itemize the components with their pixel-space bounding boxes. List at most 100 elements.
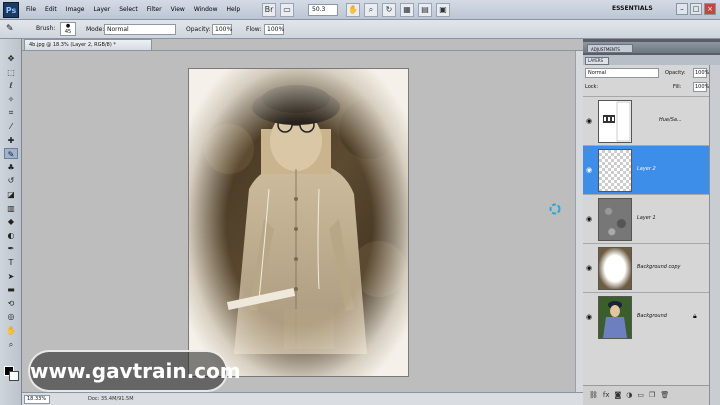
quick-select-tool-icon[interactable]: ✧ [4,94,18,105]
blend-mode-select[interactable]: Normal [585,68,659,78]
path-select-tool-icon[interactable]: ➤ [4,271,18,282]
zoom-tool-icon[interactable]: ⌕ [4,339,18,350]
eye-icon[interactable]: ◉ [586,313,594,321]
eye-icon[interactable]: ◉ [586,166,594,174]
menu-image[interactable]: Image [66,6,85,13]
3d-rotate-tool-icon[interactable]: ⟲ [4,298,18,309]
hand-tool-icon[interactable]: ✋ [346,3,360,17]
maximize-icon[interactable]: □ [690,3,702,15]
gradient-tool-icon[interactable]: ▥ [4,203,18,214]
background-color-swatch[interactable] [9,371,19,381]
dodge-tool-icon[interactable]: ◐ [4,230,18,241]
zoom-level-select[interactable]: 50.3 [308,4,338,16]
layer-style-icon[interactable]: fx [603,391,610,399]
lock-label: Lock: [585,84,599,90]
brush-label: Brush: [36,25,56,32]
close-icon[interactable]: × [704,3,716,15]
brush-tool-icon[interactable]: ✎ [4,148,18,159]
brush-preset-picker[interactable]: ● 45 [60,22,76,36]
layer-name: Layer 1 [637,215,656,221]
layer-row-background-copy[interactable]: ◉ Background copy [583,243,709,292]
delete-layer-icon[interactable]: 🗑︎ [660,391,669,399]
vertical-scrollbar[interactable] [575,51,583,392]
lasso-tool-icon[interactable]: ℓ [4,80,18,91]
lock-icon: 🔒︎ [693,312,697,320]
pen-tool-icon[interactable]: ✒ [4,243,18,254]
flow-field[interactable]: 100% [264,24,284,35]
arrange-documents-icon[interactable]: ▤ [418,3,432,17]
mode-label: Mode: [86,26,105,33]
photoshop-logo: Ps [3,2,19,18]
layer-opacity-label: Opacity: [665,70,686,76]
eye-icon[interactable]: ◉ [586,264,594,272]
blur-tool-icon[interactable]: ◆ [4,216,18,227]
image-canvas[interactable] [188,68,409,377]
layer-row-layer-2[interactable]: ◉ Layer 2 [583,145,709,194]
menu-bar: Ps File Edit Image Layer Select Filter V… [0,0,720,20]
layers-tab[interactable]: LAYERS [585,57,609,65]
layer-thumbnail [598,296,632,339]
layer-name: Layer 2 [637,166,656,172]
eye-icon[interactable]: ◉ [586,215,594,223]
link-layers-icon[interactable]: ⛓ [589,391,598,399]
document-size-info[interactable]: Doc: 35.4M/91.5M [88,396,134,402]
marquee-tool-icon[interactable]: ⬚ [4,67,18,78]
brush-size: 45 [64,29,72,35]
menu-edit[interactable]: Edit [45,6,57,13]
menu-help[interactable]: Help [227,6,241,13]
eye-icon[interactable]: ◉ [586,117,594,125]
layer-thumbnail [598,247,632,290]
shape-tool-icon[interactable]: ▬ [4,284,18,295]
eraser-tool-icon[interactable]: ◪ [4,189,18,200]
screen-layout-icon[interactable]: ▣ [436,3,450,17]
new-layer-icon[interactable]: ❐ [649,391,655,399]
rotate-view-icon[interactable]: ↻ [382,3,396,17]
layer-row-background[interactable]: ◉ Background 🔒︎ [583,292,709,341]
hand-tool-icon[interactable]: ✋ [4,325,18,336]
menu-filter[interactable]: Filter [147,6,162,13]
flow-label: Flow: [246,26,262,33]
workspace-switcher[interactable]: ESSENTIALS [612,5,670,12]
layer-row-layer-1[interactable]: ◉ Layer 1 [583,194,709,243]
adjustment-layer-icon[interactable]: ◑ [626,391,632,399]
menu-window[interactable]: Window [194,6,218,13]
screen-mode-icon[interactable]: ▭ [280,3,294,17]
bridge-icon[interactable]: Br [262,3,276,17]
status-bar: 18.33% Doc: 35.4M/91.5M [22,392,583,405]
layer-opacity-field[interactable]: 100% [693,68,709,78]
eyedropper-tool-icon[interactable]: ⁄ [4,121,18,132]
document-tab[interactable]: 4b.jpg @ 18.3% (Layer 2, RGB/8) * [24,39,152,50]
adjustments-tab[interactable]: ADJUSTMENTS [587,44,633,53]
fill-field[interactable]: 100% [693,82,709,92]
grid-icon[interactable]: ▦ [400,3,414,17]
clone-stamp-tool-icon[interactable]: ♣ [4,162,18,173]
add-mask-icon[interactable]: ◙ [615,391,622,399]
healing-tool-icon[interactable]: ✚ [4,135,18,146]
menu-file[interactable]: File [26,6,36,13]
layer-thumbnail [598,198,632,241]
layer-row-hue-saturation[interactable]: ◉ Hue/Sa... [583,96,709,145]
crop-tool-icon[interactable]: ⌗ [4,107,18,118]
zoom-tool-icon[interactable]: ⌕ [364,3,378,17]
layer-thumbnail [598,100,632,143]
history-brush-tool-icon[interactable]: ↺ [4,175,18,186]
fill-label: Fill: [673,84,682,90]
layers-panel-footer: ⛓ fx ◙ ◑ ▭ ❐ 🗑︎ [583,385,709,405]
layers-scrollbar[interactable] [709,65,720,405]
sepia-portrait-image [189,69,408,376]
mode-select[interactable]: Normal [104,24,176,35]
options-bar: ✎ Brush: ● 45 Mode: Normal Opacity: 100% … [0,20,720,39]
menu-select[interactable]: Select [119,6,138,13]
3d-orbit-tool-icon[interactable]: ◎ [4,311,18,322]
zoom-percentage-field[interactable]: 18.33% [24,395,50,404]
new-group-icon[interactable]: ▭ [637,391,644,399]
watermark-text: www.gavtrain.com [30,359,241,383]
move-tool-icon[interactable]: ✥ [4,53,18,64]
opacity-field[interactable]: 100% [212,24,232,35]
menu-view[interactable]: View [171,6,185,13]
minimize-icon[interactable]: – [676,3,688,15]
brush-tool-icon[interactable]: ✎ [6,23,20,36]
watermark: www.gavtrain.com [28,350,241,392]
type-tool-icon[interactable]: T [4,257,18,268]
menu-layer[interactable]: Layer [93,6,110,13]
